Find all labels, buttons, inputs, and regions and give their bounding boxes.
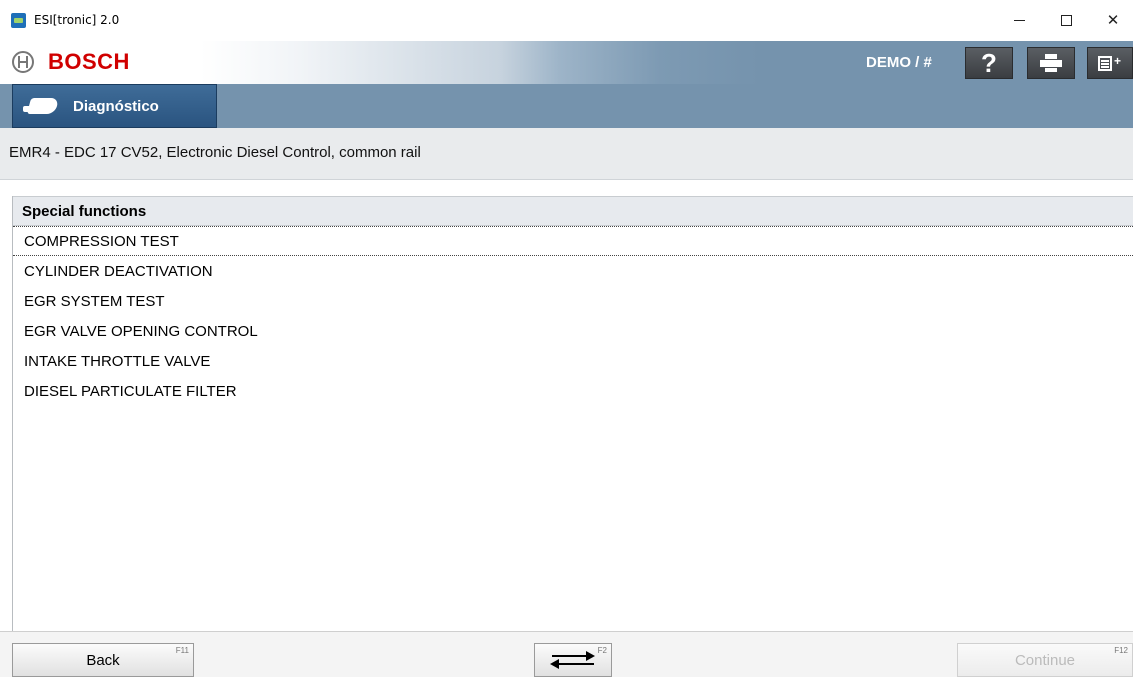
- brand-name: BOSCH: [48, 49, 130, 74]
- app-icon: [11, 13, 26, 28]
- continue-button-label: Continue: [1014, 651, 1076, 669]
- close-icon: ✕: [1106, 11, 1120, 29]
- continue-shortcut: F12: [1114, 646, 1128, 655]
- help-button[interactable]: ?: [965, 47, 1013, 79]
- back-button[interactable]: Back F11: [12, 643, 194, 677]
- app-header: BOSCH DEMO / # ? +: [0, 41, 1133, 84]
- window-title: ESI[tronic] 2.0: [34, 13, 120, 27]
- notes-button[interactable]: +: [1087, 47, 1133, 79]
- tab-row: Diagnóstico: [0, 84, 1133, 128]
- bosch-logo: BOSCH: [12, 49, 130, 75]
- system-info-bar: EMR4 - EDC 17 CV52, Electronic Diesel Co…: [0, 128, 1133, 180]
- maximize-button[interactable]: [1043, 5, 1089, 35]
- back-button-label: Back: [86, 651, 120, 669]
- special-functions-list: Special functions COMPRESSION TEST CYLIN…: [12, 196, 1133, 631]
- minimize-button[interactable]: [996, 5, 1042, 35]
- swap-shortcut: F2: [597, 646, 607, 655]
- help-icon: ?: [981, 47, 997, 78]
- back-shortcut: F11: [175, 646, 189, 655]
- list-item[interactable]: INTAKE THROTTLE VALVE: [13, 346, 1133, 376]
- list-header: Special functions: [13, 196, 1133, 226]
- tab-diagnostics[interactable]: Diagnóstico: [12, 84, 217, 128]
- tab-diagnostics-label: Diagnóstico: [73, 97, 159, 115]
- maximize-icon: [1060, 14, 1072, 26]
- print-button[interactable]: [1027, 47, 1075, 79]
- notes-icon: +: [1098, 54, 1122, 72]
- bottom-toolbar: Back F11 F2 Continue F12: [0, 631, 1133, 677]
- close-button[interactable]: ✕: [1090, 5, 1133, 35]
- list-item[interactable]: EGR VALVE OPENING CONTROL: [13, 316, 1133, 346]
- system-description: EMR4 - EDC 17 CV52, Electronic Diesel Co…: [9, 144, 421, 161]
- continue-button[interactable]: Continue F12: [957, 643, 1133, 677]
- list-item[interactable]: COMPRESSION TEST: [13, 226, 1133, 256]
- window-titlebar: ESI[tronic] 2.0 ✕: [0, 0, 1133, 41]
- minimize-icon: [1013, 19, 1025, 21]
- printer-icon: [1040, 54, 1062, 72]
- bosch-logo-icon: [12, 51, 34, 73]
- diagnostic-connector-icon: [23, 96, 61, 116]
- list-item[interactable]: CYLINDER DEACTIVATION: [13, 256, 1133, 286]
- user-label: DEMO / #: [866, 54, 932, 71]
- list-item[interactable]: EGR SYSTEM TEST: [13, 286, 1133, 316]
- swap-arrows-icon: [550, 651, 596, 669]
- swap-button[interactable]: F2: [534, 643, 612, 677]
- list-item[interactable]: DIESEL PARTICULATE FILTER: [13, 376, 1133, 406]
